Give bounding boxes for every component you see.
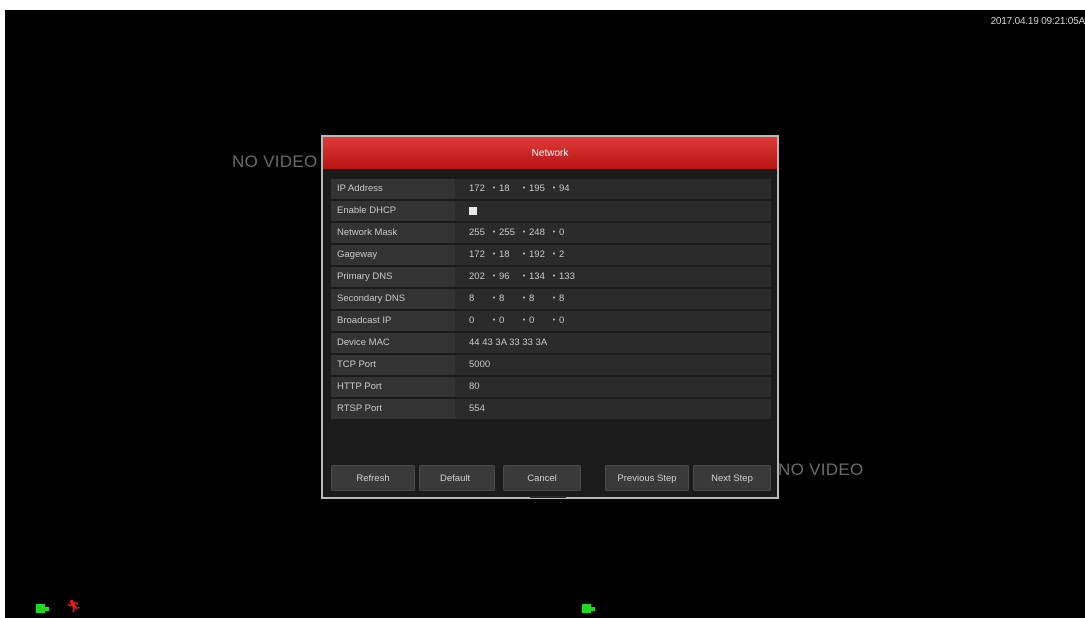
ip-octet[interactable]: 255	[469, 223, 489, 243]
ip-octet[interactable]: 0	[499, 311, 519, 331]
broadcast-ip-input[interactable]: 0 • 0 • 0 • 0	[455, 311, 771, 331]
previous-step-button[interactable]: Previous Step	[605, 465, 689, 491]
ip-octet[interactable]: 0	[529, 311, 549, 331]
field-row-device-mac: Device MAC 44 43 3A 33 33 3A	[331, 333, 771, 353]
device-mac-value: 44 43 3A 33 33 3A	[455, 333, 771, 353]
tcp-port-input[interactable]: 5000	[455, 355, 771, 375]
ip-octet[interactable]: 8	[499, 289, 519, 309]
gateway-input[interactable]: 172 • 18 • 192 • 2	[455, 245, 771, 265]
no-video-label: NO VIDEO	[778, 460, 864, 479]
network-mask-input[interactable]: 255 • 255 • 248 • 0	[455, 223, 771, 243]
ip-octet[interactable]: 248	[529, 223, 549, 243]
field-row-ip-address: IP Address 172 • 18 • 195 • 94	[331, 179, 771, 199]
field-row-gateway: Gageway 172 • 18 • 192 • 2	[331, 245, 771, 265]
network-dialog: Network IP Address 172 • 18 • 195 • 94 Enab…	[321, 135, 779, 499]
field-label: Device MAC	[331, 333, 455, 353]
field-label: Gageway	[331, 245, 455, 265]
next-step-button[interactable]: Next Step	[693, 465, 771, 491]
cancel-button[interactable]: Cancel	[503, 465, 581, 491]
camera-icon	[582, 604, 596, 613]
field-row-primary-dns: Primary DNS 202 • 96 • 134 • 133	[331, 267, 771, 287]
ip-octet[interactable]: 195	[529, 179, 549, 199]
ip-octet[interactable]: 0	[559, 311, 579, 331]
ip-octet[interactable]: 255	[499, 223, 519, 243]
ip-octet[interactable]: 172	[469, 245, 489, 265]
field-label: Enable DHCP	[331, 201, 455, 221]
ip-octet[interactable]: 134	[529, 267, 549, 287]
secondary-dns-input[interactable]: 8 • 8 • 8 • 8	[455, 289, 771, 309]
field-label: IP Address	[331, 179, 455, 199]
field-row-broadcast-ip: Broadcast IP 0 • 0 • 0 • 0	[331, 311, 771, 331]
rtsp-port-input[interactable]: 554	[455, 399, 771, 419]
http-port-input[interactable]: 80	[455, 377, 771, 397]
field-label: RTSP Port	[331, 399, 455, 419]
field-label: Broadcast IP	[331, 311, 455, 331]
timestamp: 2017.04.19 09:21:05A	[990, 16, 1085, 27]
field-label: HTTP Port	[331, 377, 455, 397]
primary-dns-input[interactable]: 202 • 96 • 134 • 133	[455, 267, 771, 287]
field-label: Network Mask	[331, 223, 455, 243]
field-row-network-mask: Network Mask 255 • 255 • 248 • 0	[331, 223, 771, 243]
enable-dhcp-field	[455, 201, 771, 221]
ip-octet[interactable]: 2	[559, 245, 579, 265]
dialog-title: Network	[323, 137, 777, 169]
field-label: TCP Port	[331, 355, 455, 375]
ip-octet[interactable]: 8	[559, 289, 579, 309]
ip-octet[interactable]: 94	[559, 179, 579, 199]
ip-address-input[interactable]: 172 • 18 • 195 • 94	[455, 179, 771, 199]
ip-octet[interactable]: 8	[529, 289, 549, 309]
ip-octet[interactable]: 8	[469, 289, 489, 309]
default-button[interactable]: Default	[419, 465, 495, 491]
ip-octet[interactable]: 172	[469, 179, 489, 199]
network-fields: IP Address 172 • 18 • 195 • 94 Enable DHCP …	[331, 179, 771, 421]
ip-octet[interactable]: 133	[559, 267, 579, 287]
ip-octet[interactable]: 18	[499, 179, 519, 199]
no-video-label: NO VIDEO	[232, 152, 318, 171]
field-row-enable-dhcp: Enable DHCP	[331, 201, 771, 221]
field-row-rtsp-port: RTSP Port 554	[331, 399, 771, 419]
field-row-tcp-port: TCP Port 5000	[331, 355, 771, 375]
ip-octet[interactable]: 192	[529, 245, 549, 265]
ip-octet[interactable]: 202	[469, 267, 489, 287]
field-label: Secondary DNS	[331, 289, 455, 309]
refresh-button[interactable]: Refresh	[331, 465, 415, 491]
motion-person-icon: 🏃︎	[66, 599, 82, 613]
ip-octet[interactable]: 18	[499, 245, 519, 265]
camera-icon	[36, 604, 50, 613]
ip-octet[interactable]: 96	[499, 267, 519, 287]
field-row-secondary-dns: Secondary DNS 8 • 8 • 8 • 8	[331, 289, 771, 309]
ip-octet[interactable]: 0	[469, 311, 489, 331]
field-row-http-port: HTTP Port 80	[331, 377, 771, 397]
field-label: Primary DNS	[331, 267, 455, 287]
ip-octet[interactable]: 0	[559, 223, 579, 243]
divider	[530, 496, 566, 498]
enable-dhcp-checkbox[interactable]	[469, 207, 477, 215]
